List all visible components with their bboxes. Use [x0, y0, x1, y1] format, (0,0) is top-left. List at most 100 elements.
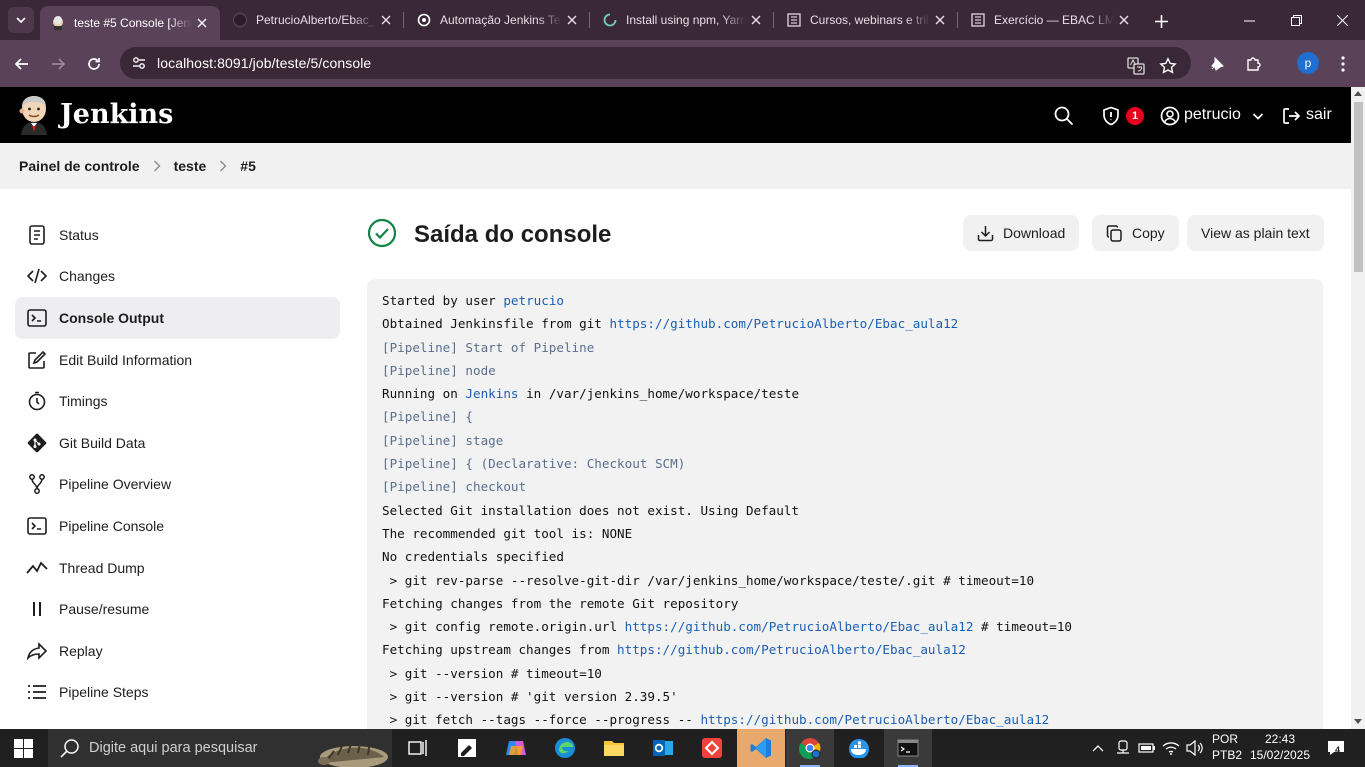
input-language-indicator[interactable]: POR PTB2 [1212, 731, 1242, 763]
task-view-button[interactable] [394, 729, 442, 767]
taskbar-app-anydesk[interactable] [688, 729, 736, 767]
notification-center-button[interactable]: 4 [1322, 729, 1350, 767]
download-button[interactable]: Download [963, 215, 1080, 251]
close-tab-icon[interactable] [746, 10, 766, 30]
site-info-icon[interactable] [130, 54, 148, 72]
security-button[interactable] [1100, 105, 1122, 127]
sidebar-item-changes[interactable]: Changes [15, 256, 340, 298]
breadcrumb-item[interactable]: #5 [240, 158, 256, 174]
sidebar-item-thread-dump[interactable]: Thread Dump [15, 547, 340, 589]
scroll-up-icon[interactable] [1354, 90, 1362, 96]
windows-taskbar: Digite aqui para pesquisar POR PTB2 22:4… [0, 729, 1365, 767]
taskbar-app-file-explorer[interactable] [590, 729, 638, 767]
sidebar-item-git-build-data[interactable]: Git Build Data [15, 422, 340, 464]
loading-spinner-icon [602, 12, 618, 28]
taskbar-clock[interactable]: 22:43 15/02/2025 [1247, 731, 1313, 763]
browser-tab[interactable]: Cursos, webinars e trilhas [776, 0, 958, 40]
sidebar-item-pipeline-steps[interactable]: Pipeline Steps [15, 672, 340, 714]
extension-icon[interactable] [1204, 51, 1230, 77]
search-button[interactable] [1053, 105, 1075, 127]
sidebar-item-status[interactable]: Status [15, 214, 340, 256]
sidebar-item-label: Edit Build Information [59, 351, 193, 368]
back-button[interactable] [9, 51, 35, 77]
user-avatar[interactable] [1159, 105, 1181, 127]
sidebar-item-replay[interactable]: Replay [15, 630, 340, 672]
username-link[interactable]: petrucio [1184, 106, 1241, 124]
chrome-icon [799, 738, 821, 759]
scroll-down-icon[interactable] [1354, 719, 1362, 725]
console-link[interactable]: https://github.com/PetrucioAlberto/Ebac_… [617, 642, 966, 657]
console-link[interactable]: petrucio [503, 293, 564, 308]
console-link[interactable]: https://github.com/PetrucioAlberto/Ebac_… [609, 316, 958, 331]
translate-icon[interactable] [1124, 54, 1148, 78]
volume-icon[interactable] [1184, 729, 1206, 767]
search-highlight-image[interactable] [312, 733, 392, 767]
extensions-button[interactable] [1241, 51, 1267, 77]
page-scrollbar[interactable] [1351, 87, 1365, 729]
browser-tab[interactable]: Exercício — EBAC LMS [960, 0, 1142, 40]
reload-icon [88, 58, 100, 70]
page-title: Saída do console [414, 221, 612, 248]
tab-search-button[interactable] [8, 7, 34, 33]
sidebar-item-pipeline-console[interactable]: Pipeline Console [15, 505, 340, 547]
close-tab-icon[interactable] [192, 13, 212, 33]
code-icon [26, 265, 48, 287]
console-output[interactable]: Started by user petrucio Obtained Jenkins… [367, 279, 1323, 739]
sidebar-item-timings[interactable]: Timings [15, 380, 340, 422]
taskbar-app-docker[interactable] [835, 729, 883, 767]
taskbar-app-whiteboard[interactable] [443, 729, 491, 767]
taskbar-app-terminal[interactable] [884, 729, 932, 767]
browser-tab[interactable]: Automação Jenkins Teste [406, 0, 590, 40]
forward-button[interactable] [45, 51, 71, 77]
sidebar-item-pause-resume[interactable]: Pause/resume [15, 588, 340, 630]
minimize-button[interactable] [1226, 0, 1272, 40]
jenkins-brand[interactable]: Jenkins [60, 99, 173, 130]
taskbar-app-vscode[interactable] [737, 729, 785, 767]
user-menu-chevron[interactable] [1247, 105, 1269, 127]
close-tab-icon[interactable] [930, 10, 950, 30]
close-tab-icon[interactable] [562, 10, 582, 30]
browser-tab[interactable]: teste #5 Console [Jenkins] [40, 6, 220, 40]
view-plain-text-button[interactable]: View as plain text [1187, 215, 1324, 251]
tab-title: teste #5 Console [Jenkins] [74, 16, 192, 30]
sidebar-item-console-output[interactable]: Console Output [15, 297, 340, 339]
wifi-icon[interactable] [1160, 729, 1182, 767]
close-tab-icon[interactable] [376, 10, 396, 30]
console-link[interactable]: Jenkins [465, 386, 518, 401]
browser-tab[interactable]: Install using npm, Yarn [592, 0, 774, 40]
bookmark-star-icon[interactable] [1156, 54, 1180, 78]
console-line: Running on Jenkins in /var/jenkins_home/… [382, 384, 1308, 407]
taskbar-app-copilot[interactable] [492, 729, 540, 767]
new-tab-button[interactable] [1150, 10, 1172, 32]
sidebar-item-label: Console Output [59, 309, 164, 326]
logout-button[interactable] [1280, 105, 1302, 127]
activity-icon [26, 557, 48, 579]
taskbar-app-outlook[interactable] [639, 729, 687, 767]
breadcrumb-item[interactable]: teste [174, 158, 207, 174]
windows-start-button[interactable] [14, 739, 33, 758]
tray-camera-icon[interactable] [1112, 729, 1134, 767]
console-text: The recommended git tool is: NONE [382, 525, 633, 541]
security-badge[interactable]: 1 [1126, 107, 1144, 125]
address-bar[interactable]: localhost:8091/job/teste/5/console [120, 47, 1191, 79]
jenkins-logo-icon[interactable] [17, 95, 51, 135]
close-tab-icon[interactable] [1114, 10, 1134, 30]
sidebar-item-edit-build-information[interactable]: Edit Build Information [15, 339, 340, 381]
breadcrumb-item[interactable]: Painel de controle [19, 158, 140, 174]
browser-menu-button[interactable] [1330, 51, 1356, 77]
profile-avatar[interactable]: p [1297, 52, 1319, 74]
taskbar-app-edge[interactable] [541, 729, 589, 767]
close-window-button[interactable] [1319, 0, 1365, 40]
console-link[interactable]: https://github.com/PetrucioAlberto/Ebac_… [625, 619, 974, 634]
browser-tab[interactable]: PetrucioAlberto/Ebac_aula12 [222, 0, 404, 40]
reload-button[interactable] [81, 51, 107, 77]
taskbar-app-chrome[interactable] [786, 729, 834, 767]
battery-icon[interactable] [1136, 729, 1158, 767]
sidebar-item-pipeline-overview[interactable]: Pipeline Overview [15, 464, 340, 506]
logout-link[interactable]: sair [1306, 106, 1332, 124]
scrollbar-thumb[interactable] [1354, 102, 1363, 272]
restore-button[interactable] [1273, 0, 1319, 40]
tray-overflow-button[interactable] [1088, 729, 1108, 767]
copy-button[interactable]: Copy [1092, 215, 1179, 251]
console-link[interactable]: https://github.com/PetrucioAlberto/Ebac_… [700, 712, 1049, 727]
